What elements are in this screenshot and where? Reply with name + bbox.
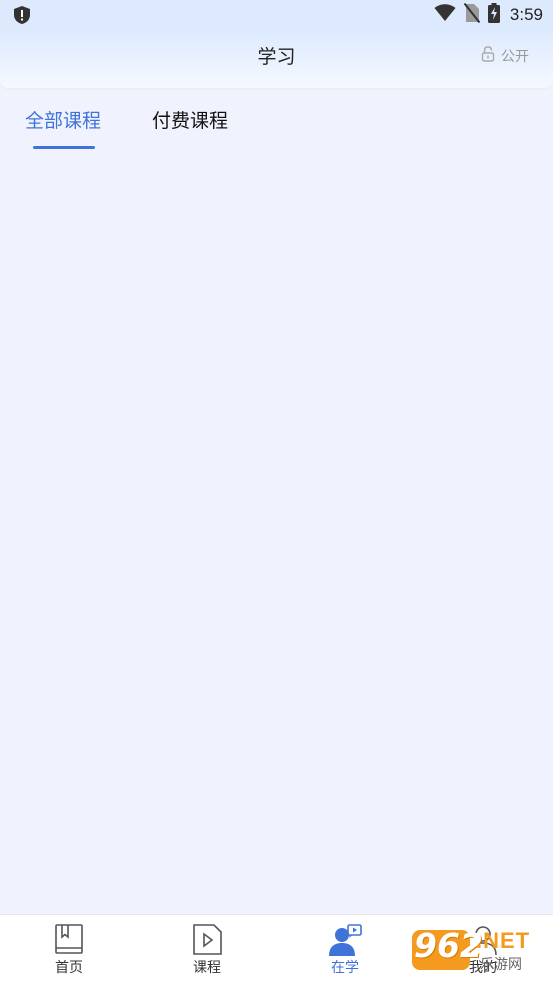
visibility-label: 公开 [501,49,529,65]
wifi-icon [434,4,456,26]
course-tabs: 全部课程 付费课程 [0,100,553,152]
tab-paid-courses[interactable]: 付费课程 [152,106,228,133]
nav-item-studying[interactable]: 在学 [276,915,414,984]
status-bar: 3:59 [0,0,553,30]
user-study-icon [328,923,362,957]
watermark-number: 962 [414,926,483,965]
shield-alert-icon [12,5,32,25]
top-app-bar: 学习 公开 [0,30,553,88]
tab-all-courses[interactable]: 全部课程 [25,106,101,133]
nav-item-home[interactable]: 首页 [0,915,138,984]
course-list-area[interactable] [0,152,553,914]
visibility-toggle[interactable]: 公开 [481,46,529,66]
lock-open-icon [481,46,495,66]
nav-label-studying: 在学 [331,960,359,976]
watermark-domain: .NET [476,928,531,953]
watermark-text: 乐游网 [480,957,522,973]
site-watermark: 962 .NET 乐游网 [412,924,553,976]
battery-charging-icon [487,3,500,27]
page-title: 学习 [257,46,296,68]
video-icon [190,923,224,957]
tab-indicator [33,146,95,149]
status-time: 3:59 [509,5,543,24]
book-icon [52,923,86,957]
nav-label-home: 首页 [55,960,83,976]
no-sim-icon [463,2,481,27]
nav-label-courses: 课程 [193,960,221,976]
nav-item-courses[interactable]: 课程 [138,915,276,984]
